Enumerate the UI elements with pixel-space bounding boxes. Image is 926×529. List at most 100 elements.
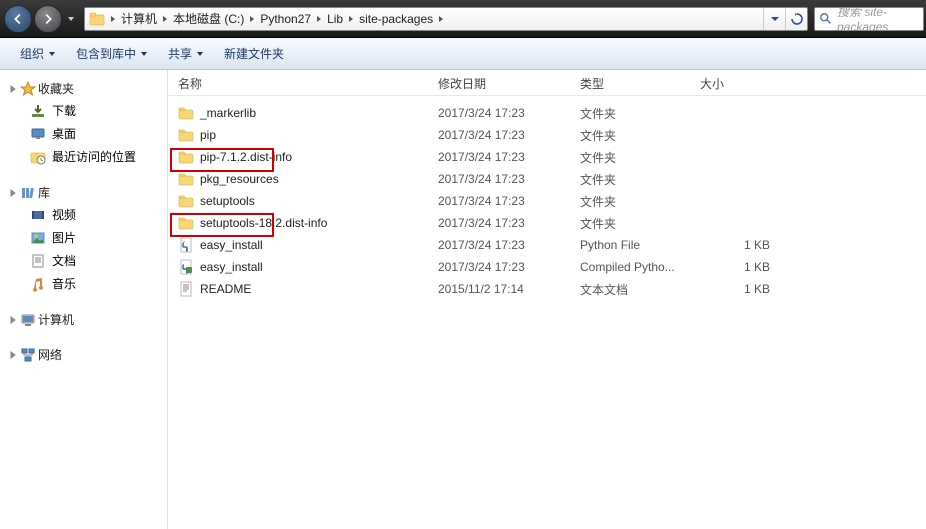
file-name: setuptools	[200, 194, 255, 208]
folder-icon	[178, 105, 194, 121]
sidebar-item-documents[interactable]: 文档	[26, 249, 167, 272]
column-headers: 名称 修改日期 类型 大小	[168, 70, 926, 96]
folder-icon	[178, 215, 194, 231]
nav-history-dropdown[interactable]	[64, 5, 78, 33]
file-name: README	[200, 282, 251, 296]
folder-icon	[178, 171, 194, 187]
python-file-icon	[178, 237, 194, 253]
address-bar[interactable]: 计算机 本地磁盘 (C:) Python27 Lib site-packages	[84, 7, 808, 31]
folder-icon	[178, 193, 194, 209]
sidebar-item-videos[interactable]: 视频	[26, 203, 167, 226]
file-type: 文件夹	[570, 193, 690, 210]
sidebar-item-downloads[interactable]: 下载	[26, 99, 167, 122]
include-in-library-menu[interactable]: 包含到库中	[68, 41, 156, 66]
new-folder-button[interactable]: 新建文件夹	[216, 41, 292, 66]
star-icon	[20, 81, 36, 97]
toolbar: 组织 包含到库中 共享 新建文件夹	[0, 38, 926, 70]
file-size: 1 KB	[690, 282, 790, 296]
file-name: _markerlib	[200, 106, 256, 120]
text-file-icon	[178, 281, 194, 297]
file-date: 2015/11/2 17:14	[428, 282, 570, 296]
search-input[interactable]: 搜索 site-packages	[814, 7, 924, 31]
chevron-right-icon[interactable]	[315, 15, 323, 23]
refresh-button[interactable]	[785, 8, 807, 30]
file-type: 文件夹	[570, 171, 690, 188]
sidebar-favorites[interactable]: 收藏夹	[4, 78, 167, 99]
column-date[interactable]: 修改日期	[428, 75, 570, 92]
column-name[interactable]: 名称	[168, 75, 428, 92]
file-date: 2017/3/24 17:23	[428, 106, 570, 120]
file-type: 文件夹	[570, 215, 690, 232]
folder-icon	[89, 11, 105, 27]
file-date: 2017/3/24 17:23	[428, 238, 570, 252]
sidebar-item-pictures[interactable]: 图片	[26, 226, 167, 249]
search-placeholder: 搜索 site-packages	[837, 7, 923, 31]
file-type: 文本文档	[570, 281, 690, 298]
chevron-right-icon	[8, 84, 18, 94]
file-type: 文件夹	[570, 105, 690, 122]
file-size: 1 KB	[690, 238, 790, 252]
sidebar-libraries[interactable]: 库	[4, 182, 167, 203]
file-row[interactable]: easy_install 2017/3/24 17:23Python File1 …	[168, 234, 926, 256]
breadcrumb-computer[interactable]: 计算机	[117, 8, 161, 30]
file-date: 2017/3/24 17:23	[428, 194, 570, 208]
library-icon	[20, 185, 36, 201]
file-name: pip-7.1.2.dist-info	[200, 150, 292, 164]
file-date: 2017/3/24 17:23	[428, 150, 570, 164]
file-name: setuptools-18.2.dist-info	[200, 216, 327, 230]
file-row[interactable]: pip-7.1.2.dist-info 2017/3/24 17:23文件夹	[168, 146, 926, 168]
file-row[interactable]: _markerlib 2017/3/24 17:23文件夹	[168, 102, 926, 124]
chevron-right-icon[interactable]	[437, 15, 445, 23]
file-row[interactable]: README 2015/11/2 17:14文本文档1 KB	[168, 278, 926, 300]
folder-icon	[178, 149, 194, 165]
file-row[interactable]: easy_install2017/3/24 17:23Compiled Pyth…	[168, 256, 926, 278]
address-dropdown[interactable]	[763, 8, 785, 30]
sidebar-network[interactable]: 网络	[4, 344, 167, 365]
chevron-right-icon[interactable]	[347, 15, 355, 23]
navigation-pane: 收藏夹 下载 桌面 最近访问的位置	[0, 70, 168, 529]
breadcrumb-python27[interactable]: Python27	[256, 8, 315, 30]
document-icon	[30, 253, 46, 269]
music-icon	[30, 276, 46, 292]
sidebar-item-music[interactable]: 音乐	[26, 272, 167, 295]
download-icon	[30, 103, 46, 119]
file-date: 2017/3/24 17:23	[428, 128, 570, 142]
file-type: Python File	[570, 238, 690, 252]
organize-menu[interactable]: 组织	[12, 41, 64, 66]
title-bar: 计算机 本地磁盘 (C:) Python27 Lib site-packages…	[0, 0, 926, 38]
chevron-right-icon[interactable]	[248, 15, 256, 23]
file-list-pane: 名称 修改日期 类型 大小 _markerlib2017/3/24 17:23文…	[168, 70, 926, 529]
folder-icon	[178, 127, 194, 143]
recent-icon	[30, 149, 46, 165]
file-row[interactable]: pkg_resources 2017/3/24 17:23文件夹	[168, 168, 926, 190]
sidebar-item-recent[interactable]: 最近访问的位置	[26, 145, 167, 168]
sidebar-item-desktop[interactable]: 桌面	[26, 122, 167, 145]
share-menu[interactable]: 共享	[160, 41, 212, 66]
file-name: easy_install	[200, 238, 263, 252]
file-name: pkg_resources	[200, 172, 279, 186]
forward-button[interactable]	[34, 5, 62, 33]
video-icon	[30, 207, 46, 223]
file-row[interactable]: setuptools-18.2.dist-info2017/3/24 17:23…	[168, 212, 926, 234]
file-date: 2017/3/24 17:23	[428, 260, 570, 274]
back-button[interactable]	[4, 5, 32, 33]
chevron-right-icon[interactable]	[161, 15, 169, 23]
file-date: 2017/3/24 17:23	[428, 172, 570, 186]
file-type: 文件夹	[570, 149, 690, 166]
chevron-right-icon	[8, 350, 18, 360]
column-type[interactable]: 类型	[570, 75, 690, 92]
computer-icon	[20, 312, 36, 328]
breadcrumb-lib[interactable]: Lib	[323, 8, 347, 30]
file-name: easy_install	[200, 260, 263, 274]
column-size[interactable]: 大小	[690, 75, 790, 92]
breadcrumb-sitepackages[interactable]: site-packages	[355, 8, 437, 30]
file-row[interactable]: setuptools 2017/3/24 17:23文件夹	[168, 190, 926, 212]
file-row[interactable]: pip2017/3/24 17:23文件夹	[168, 124, 926, 146]
sidebar-computer[interactable]: 计算机	[4, 309, 167, 330]
breadcrumb-drive[interactable]: 本地磁盘 (C:)	[169, 8, 248, 30]
chevron-right-icon[interactable]	[109, 15, 117, 23]
picture-icon	[30, 230, 46, 246]
chevron-right-icon	[8, 188, 18, 198]
chevron-right-icon	[8, 315, 18, 325]
file-type: 文件夹	[570, 127, 690, 144]
